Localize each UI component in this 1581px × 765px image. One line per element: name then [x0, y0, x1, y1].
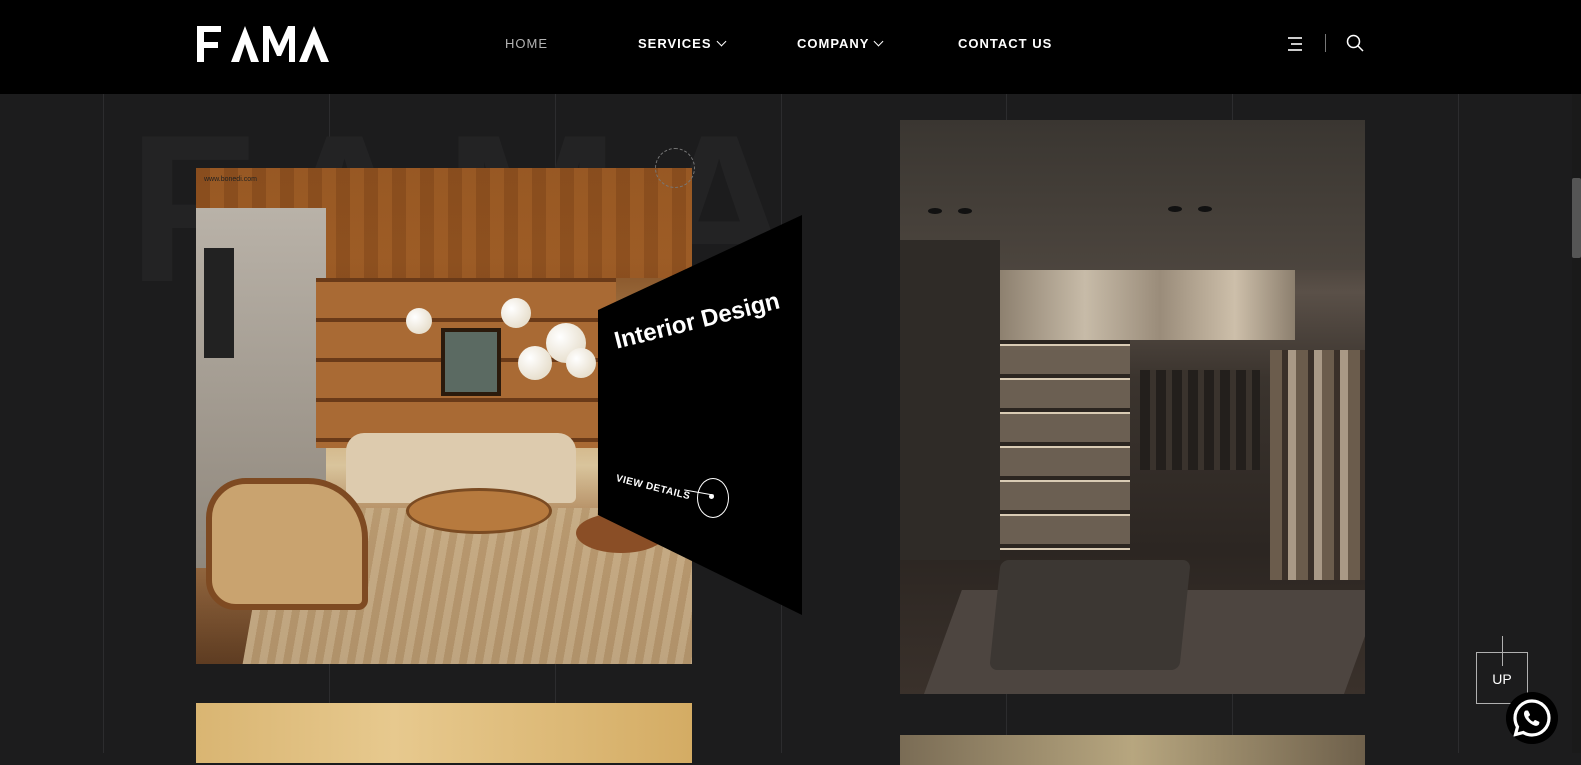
nav-services-label: SERVICES	[638, 36, 712, 51]
view-details-dot	[709, 494, 714, 499]
nav-company-label: COMPANY	[797, 36, 870, 51]
marble-wall	[995, 270, 1295, 340]
nav-contact-us-label: CONTACT US	[958, 36, 1053, 51]
hanging-coats	[1140, 370, 1260, 470]
grid-line	[103, 94, 104, 753]
shoe-shelving	[1000, 340, 1130, 550]
project-image-next[interactable]	[900, 735, 1365, 765]
chevron-down-icon	[874, 36, 884, 47]
grid-line	[1458, 94, 1459, 753]
search-icon[interactable]	[1346, 34, 1364, 52]
nav-home-label: HOME	[505, 36, 548, 51]
scrollbar-track[interactable]	[1572, 0, 1581, 753]
pendant-lamp	[406, 308, 432, 334]
lounge-chair	[206, 478, 368, 610]
coffee-table	[406, 488, 552, 534]
wall-picture	[441, 328, 501, 396]
project-image-walk-in-closet[interactable]	[900, 120, 1365, 694]
ottoman-bench	[989, 560, 1191, 670]
nav-company[interactable]: COMPANY	[797, 36, 884, 51]
hanging-clothes	[1270, 350, 1365, 580]
nav-home[interactable]: HOME	[505, 36, 548, 51]
tv	[204, 248, 234, 358]
nav-contact-us[interactable]: CONTACT US	[958, 36, 1052, 51]
chevron-down-icon	[716, 36, 726, 47]
ceiling-spotlight	[1198, 206, 1212, 212]
nav-services[interactable]: SERVICES	[638, 36, 726, 51]
menu-icon[interactable]	[1287, 36, 1303, 52]
decorative-circle	[655, 148, 695, 188]
pendant-lamp	[566, 348, 596, 378]
pendant-lamp	[501, 298, 531, 328]
project-image-next[interactable]	[196, 703, 692, 763]
ceiling-spotlight	[958, 208, 972, 214]
site-header: HOME SERVICES COMPANY CONTACT US	[0, 0, 1581, 94]
whatsapp-icon[interactable]	[1506, 692, 1558, 744]
wardrobe-panel	[900, 240, 1000, 560]
scrollbar-thumb[interactable]	[1572, 178, 1581, 258]
image-credit: www.bonedi.com	[204, 176, 257, 183]
ceiling-spotlight	[1168, 206, 1182, 212]
site-logo[interactable]	[195, 22, 331, 66]
ceiling-spotlight	[928, 208, 942, 214]
header-divider	[1325, 34, 1326, 52]
